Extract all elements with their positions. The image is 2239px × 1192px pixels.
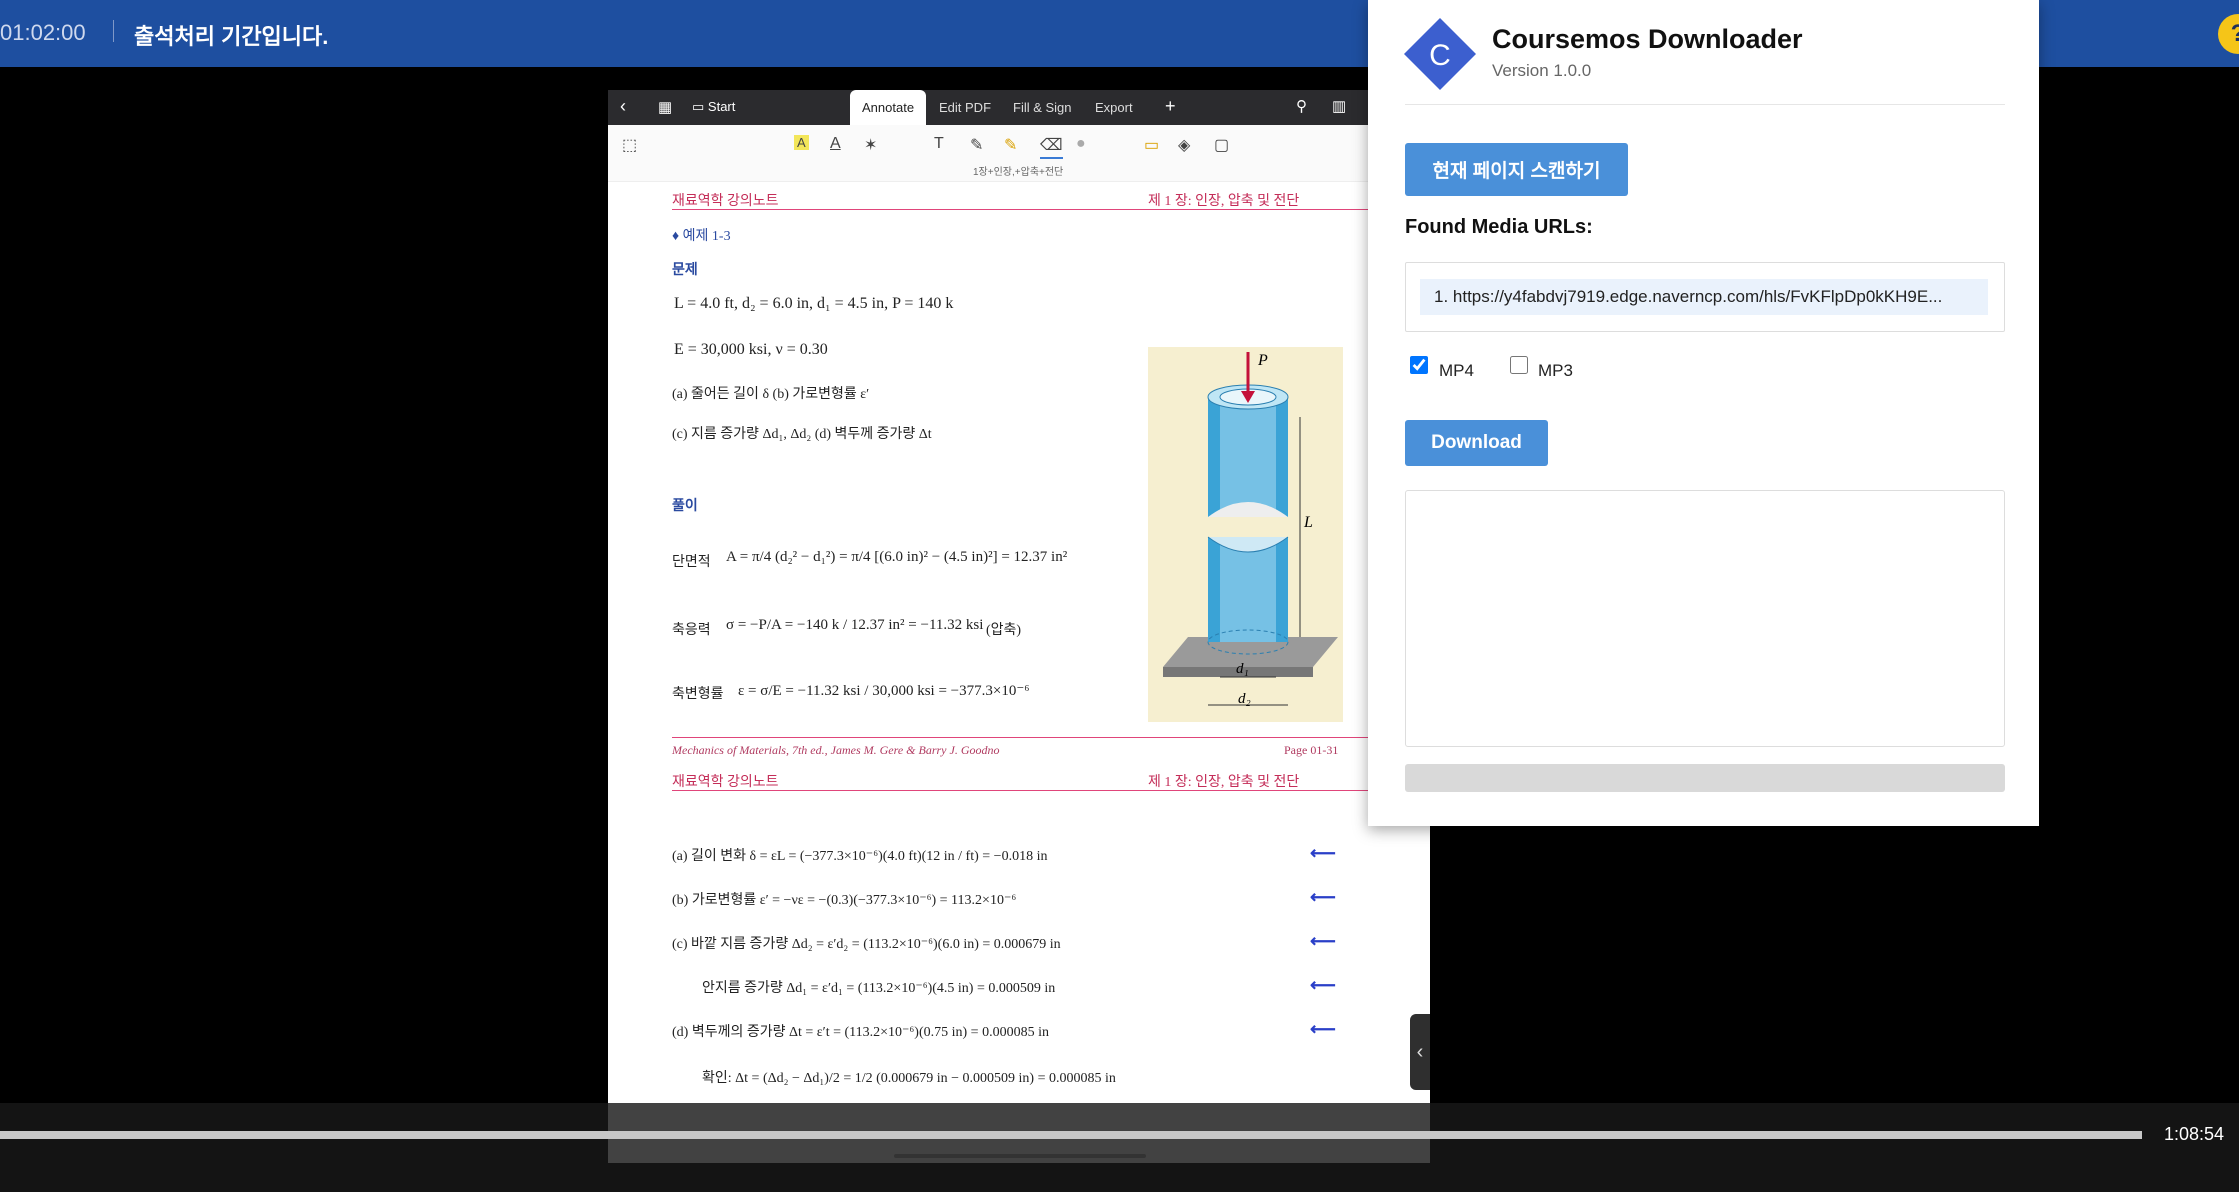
underline-text-icon[interactable]: A (830, 135, 841, 153)
mp4-checkbox[interactable] (1410, 356, 1428, 374)
strain-equation: ε = σ/E = −11.32 ksi / 30,000 ksi = −377… (738, 683, 1030, 699)
area-equation: A = π/4 (d₂² − d₁²) = π/4 [(6.0 in)² − (… (726, 549, 1068, 565)
arrow-left-icon: ⟵ (1310, 1019, 1336, 1039)
page2-header-right: 제 1 장: 인장, 압축 및 전단 (1148, 775, 1300, 790)
header-divider (113, 20, 114, 42)
found-media-label: Found Media URLs: (1405, 216, 1593, 238)
search-icon[interactable]: ⚲ (1296, 97, 1307, 115)
solution-label: 풀이 (672, 499, 698, 514)
figure-label-d2: d₂ (1238, 691, 1251, 707)
strain-label: 축변형률 (672, 687, 724, 702)
arrow-left-icon: ⟵ (1310, 975, 1336, 995)
svg-text:C: C (1429, 39, 1451, 72)
page-header-right: 제 1 장: 인장, 압축 및 전단 (1148, 194, 1300, 209)
stress-note: (압축) (986, 623, 1022, 638)
pen-icon[interactable]: ✎ (970, 135, 983, 155)
color-dot-icon[interactable]: ● (1076, 135, 1086, 153)
tab-export[interactable]: Export (1083, 90, 1145, 125)
download-progress-bar (1405, 764, 2005, 792)
mp3-checkbox[interactable] (1510, 356, 1528, 374)
media-url-item[interactable]: 1. https://y4fabdvj7919.edge.naverncp.co… (1420, 279, 1988, 315)
downloader-popup: C Coursemos Downloader Version 1.0.0 현재 … (1368, 0, 2039, 826)
media-url-list: 1. https://y4fabdvj7919.edge.naverncp.co… (1405, 262, 2005, 332)
download-log-area (1405, 490, 2005, 747)
header-rule (672, 209, 1414, 210)
arrow-left-icon: ⟵ (1310, 843, 1336, 863)
annotate-caption: 1장+인장,+압축+전단 (973, 167, 1064, 178)
solution-a: (a) 길이 변화 δ = εL = (−377.3×10⁻⁶)(4.0 ft)… (672, 849, 1048, 864)
video-duration: 1:08:54 (2164, 1124, 2225, 1144)
solution-c2: 안지름 증가량 Δd₁ = ε′d₁ = (113.2×10⁻⁶)(4.5 in… (702, 981, 1056, 996)
given-line-1: L = 4.0 ft, d₂ = 6.0 in, d₁ = 4.5 in, P … (674, 295, 954, 312)
start-label: Start (707, 99, 736, 114)
question-a: (a) 줄어든 길이 δ (b) 가로변형률 ε′ (672, 387, 870, 402)
page2-header-left: 재료역학 강의노트 (672, 775, 779, 790)
pdf-viewer: ‹ ▦ ▭ Start Annotate Edit PDF Fill & Sig… (608, 90, 1430, 1163)
pdf-toolbar: ‹ ▦ ▭ Start Annotate Edit PDF Fill & Sig… (608, 90, 1430, 125)
shapes-icon[interactable]: ◈ (1178, 135, 1190, 155)
scan-page-button[interactable]: 현재 페이지 스캔하기 (1405, 143, 1628, 196)
figure-label-l: L (1303, 514, 1313, 531)
solution-d: (d) 벽두께의 증가량 Δt = ε′t = (113.2×10⁻⁶)(0.7… (672, 1025, 1049, 1040)
tab-annotate[interactable]: Annotate (850, 90, 927, 125)
figure-label-p: P (1257, 352, 1268, 369)
highlight-text-icon[interactable]: A (794, 135, 809, 150)
stress-label: 축응력 (672, 623, 711, 638)
stress-equation: σ = −P/A = −140 k / 12.37 in² = −11.32 k… (726, 617, 984, 633)
home-indicator (894, 1154, 1146, 1158)
start-button[interactable]: ▭ Start (692, 99, 735, 115)
page-footer-text: Mechanics of Materials, 7th ed., James M… (672, 743, 1000, 757)
highlighter-icon[interactable]: ✎ (1004, 135, 1017, 155)
problem-label: 문제 (672, 263, 698, 278)
page2-header-rule (672, 790, 1414, 791)
annotate-toolbar: ⬚ A A ✶ T ✎ ✎ ⌫ ● ▭ ◈ ▢ 1장+인장,+압축+전단 (608, 125, 1430, 182)
mp3-label: MP3 (1538, 361, 1573, 380)
book-icon[interactable]: ▥ (1332, 97, 1346, 115)
plus-icon[interactable]: + (1165, 96, 1176, 117)
check-line: 확인: Δt = (Δd₂ − Δd₁)/2 = 1/2 (0.000679 i… (702, 1071, 1116, 1086)
chevron-left-icon[interactable]: ‹ (1410, 1014, 1430, 1090)
download-button[interactable]: Download (1405, 420, 1548, 466)
page-footer-number: Page 01-31 (1284, 743, 1339, 757)
grid-icon[interactable]: ▦ (658, 98, 672, 116)
compressed-tube-diagram: P L d₁ d₂ (1163, 352, 1338, 707)
downloader-version: Version 1.0.0 (1492, 61, 1592, 80)
arrow-left-icon: ⟵ (1310, 931, 1336, 951)
solution-c1: (c) 바깥 지름 증가량 Δd₂ = ε′d₂ = (113.2×10⁻⁶)(… (672, 937, 1061, 952)
elapsed-time: 01:02:00 (0, 20, 86, 45)
select-icon[interactable]: ⬚ (622, 135, 637, 155)
solution-b: (b) 가로변형률 ε′ = −νε = −(0.3)(−377.3×10⁻⁶)… (672, 893, 1017, 908)
mp4-label: MP4 (1439, 361, 1474, 380)
c-diamond-logo-icon: C (1404, 18, 1476, 90)
attendance-notice: 출석처리 기간입니다. (134, 24, 329, 49)
area-label: 단면적 (672, 555, 711, 570)
downloader-title: Coursemos Downloader (1492, 24, 1803, 54)
figure-label-d1: d₁ (1236, 661, 1249, 677)
example-title: ♦ 예제 1-3 (672, 229, 731, 244)
strikethrough-icon[interactable]: ✶ (864, 135, 877, 155)
sticker-icon[interactable]: ▢ (1214, 135, 1229, 155)
video-timeline[interactable] (0, 1131, 2142, 1139)
question-c: (c) 지름 증가량 Δd₁, Δd₂ (d) 벽두께 증가량 Δt (672, 427, 932, 442)
player-controls-bar (0, 1103, 2239, 1192)
downloader-divider (1405, 104, 2005, 105)
footer-rule (672, 737, 1414, 738)
given-line-2: E = 30,000 ksi, ν = 0.30 (674, 341, 828, 358)
pdf-page: 재료역학 강의노트 제 1 장: 인장, 압축 및 전단 ♦ 예제 1-3 문제… (608, 181, 1430, 1163)
comment-icon[interactable]: ▭ (1144, 135, 1159, 155)
tube-figure: P L d₁ d₂ (1148, 347, 1343, 722)
timeline-progress (0, 1131, 2142, 1139)
text-box-icon[interactable]: T (934, 135, 944, 153)
tab-edit-pdf[interactable]: Edit PDF (927, 90, 1003, 125)
chevron-left-icon[interactable]: ‹ (620, 96, 626, 117)
page-header-left: 재료역학 강의노트 (672, 194, 779, 209)
tab-fill-sign[interactable]: Fill & Sign (1001, 90, 1084, 125)
arrow-left-icon: ⟵ (1310, 887, 1336, 907)
eraser-icon[interactable]: ⌫ (1040, 135, 1063, 159)
